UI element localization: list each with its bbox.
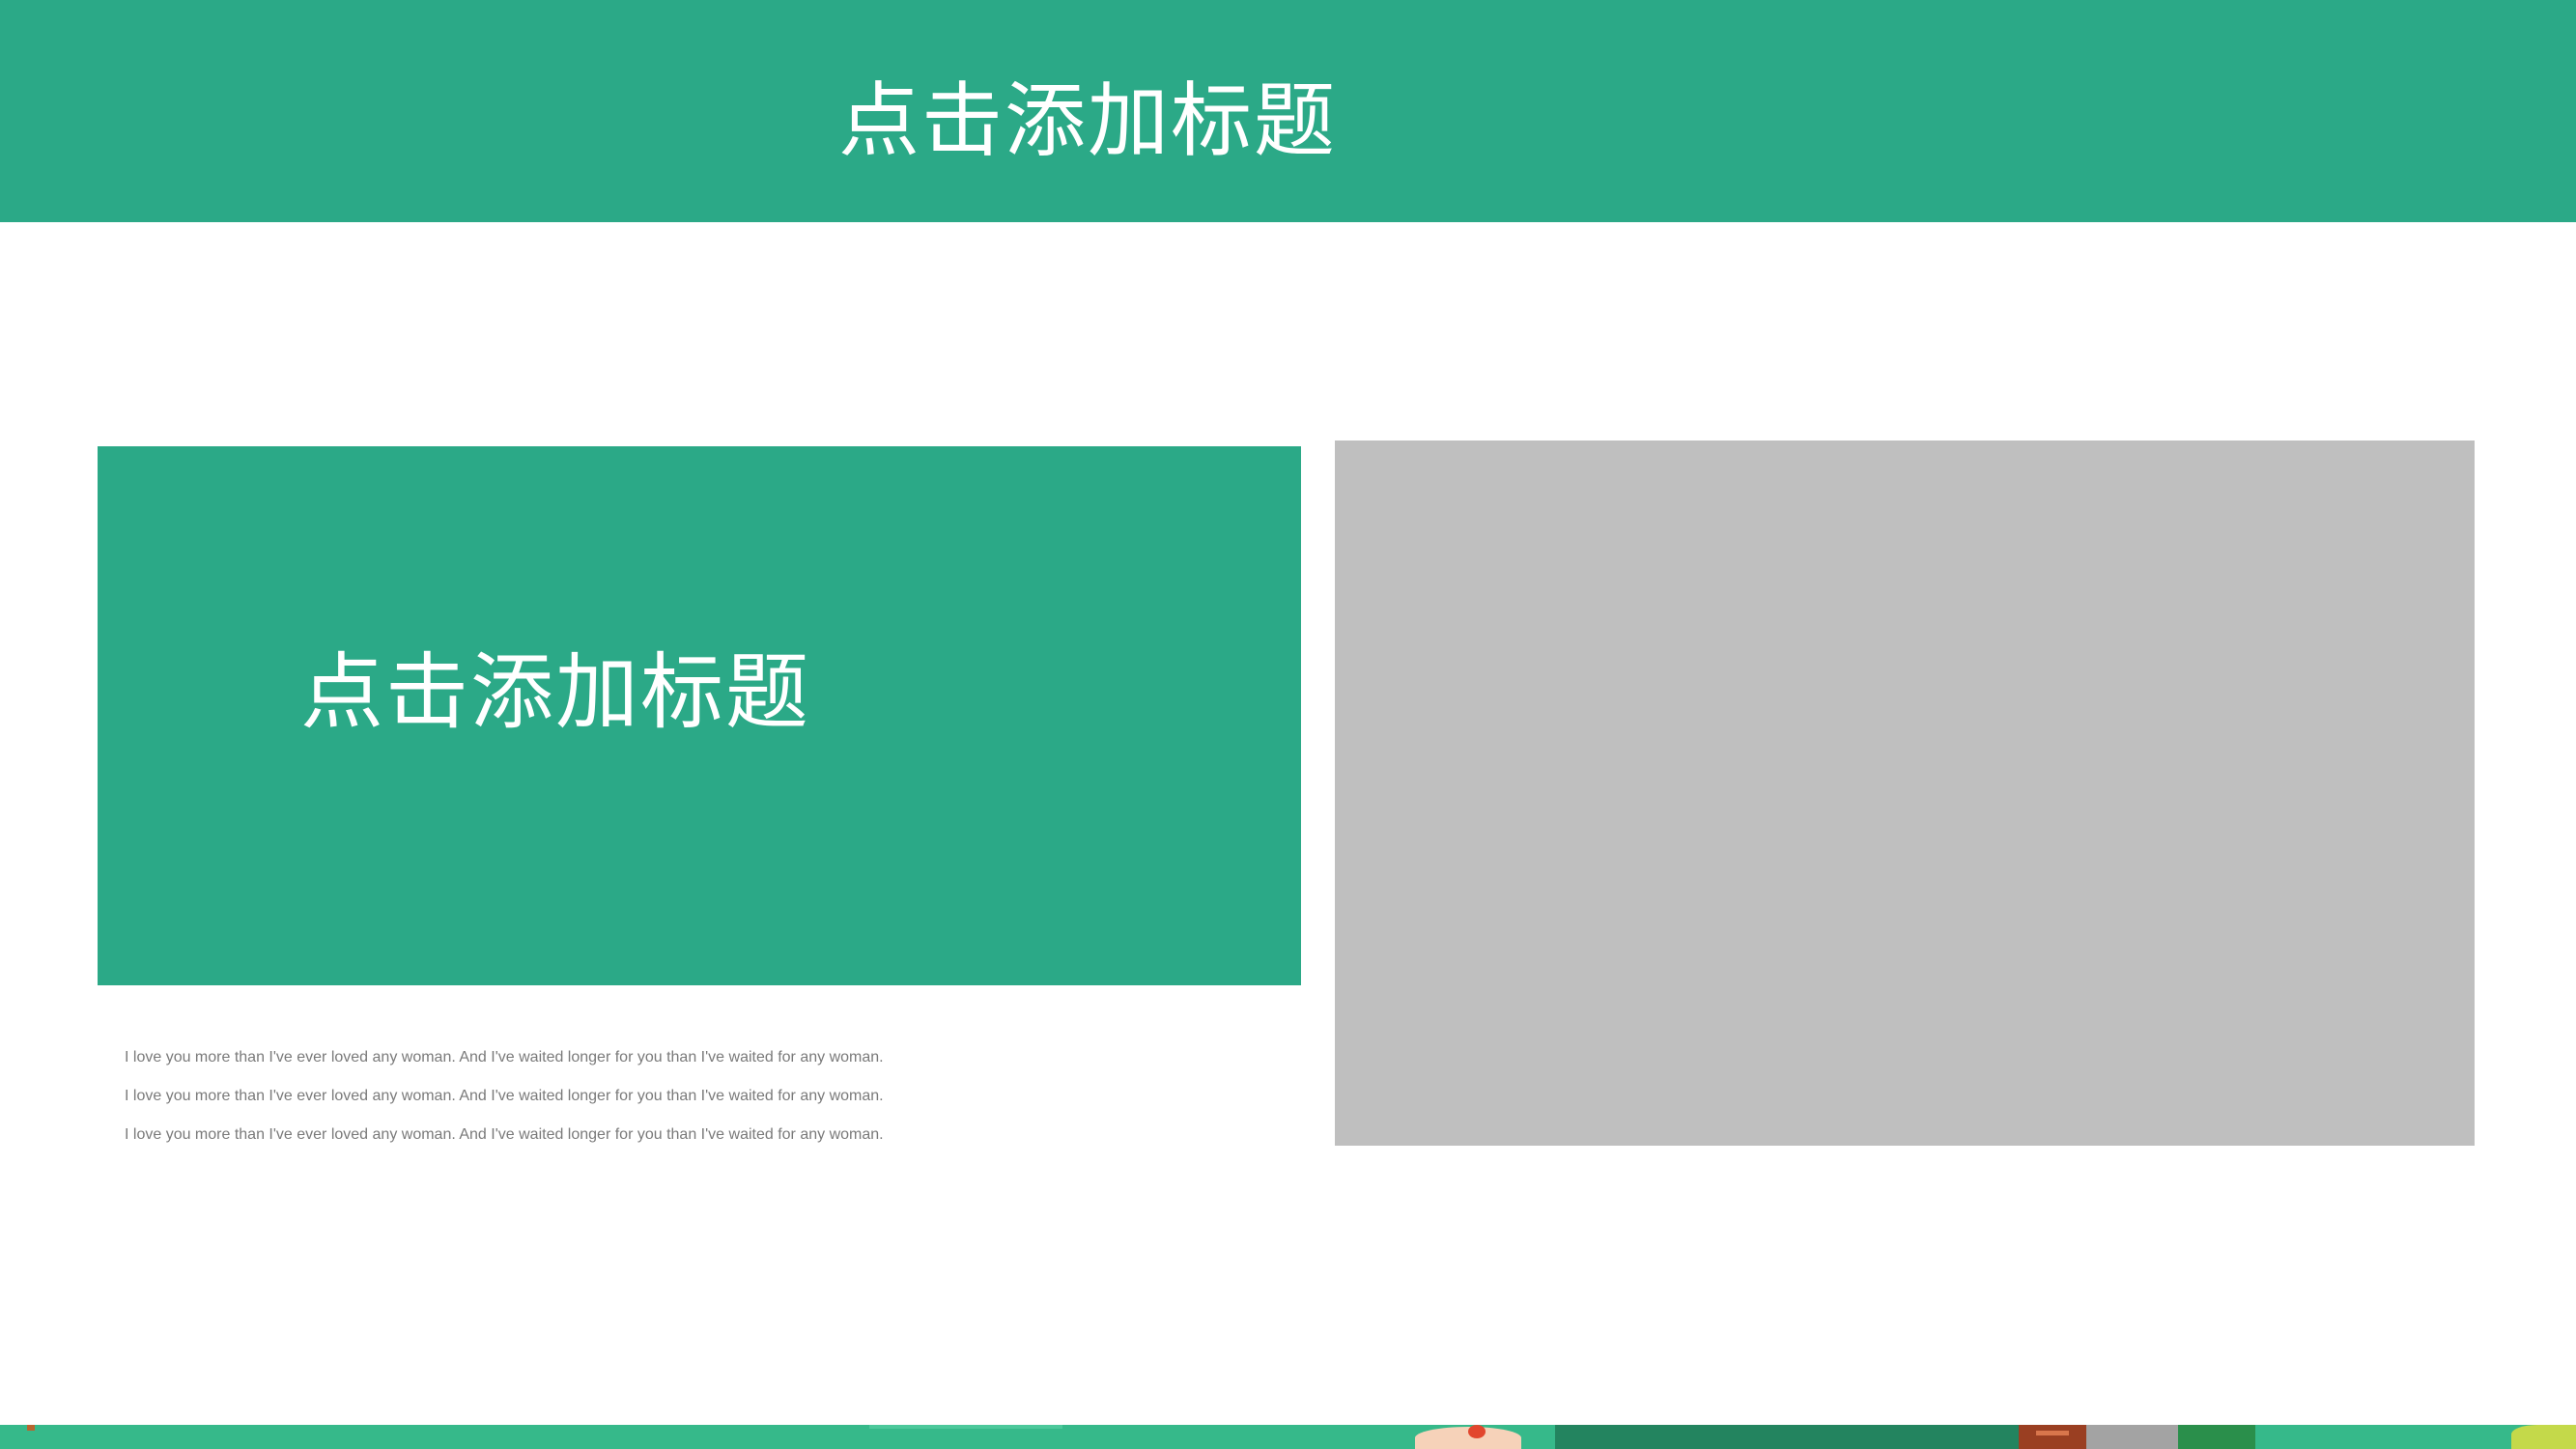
body-line: I love you more than I've ever loved any…: [125, 1088, 884, 1104]
title-block: 点击添加标题: [98, 446, 1301, 985]
block-title[interactable]: 点击添加标题: [300, 639, 810, 746]
header-band: 点击添加标题: [0, 0, 2576, 222]
building-shape: [2086, 1425, 2178, 1449]
hill-shape: [1555, 1425, 2019, 1449]
decoration-shape: [27, 1425, 35, 1431]
bush-shape: [2511, 1425, 2576, 1449]
image-placeholder[interactable]: [1335, 440, 2475, 1146]
body-text[interactable]: I love you more than I've ever loved any…: [125, 1038, 1284, 1154]
grass-shape: [2178, 1425, 2255, 1449]
ladder-rung: [2036, 1431, 2069, 1435]
bottom-decoration-illustration: [0, 1425, 2576, 1449]
ladder-icon: [2019, 1425, 2086, 1449]
body-line: I love you more than I've ever loved any…: [125, 1126, 884, 1143]
decoration-shape: [869, 1425, 1062, 1429]
header-title[interactable]: 点击添加标题: [838, 68, 1337, 174]
decoration-shape: [1468, 1425, 1486, 1438]
body-line: I love you more than I've ever loved any…: [125, 1049, 884, 1065]
